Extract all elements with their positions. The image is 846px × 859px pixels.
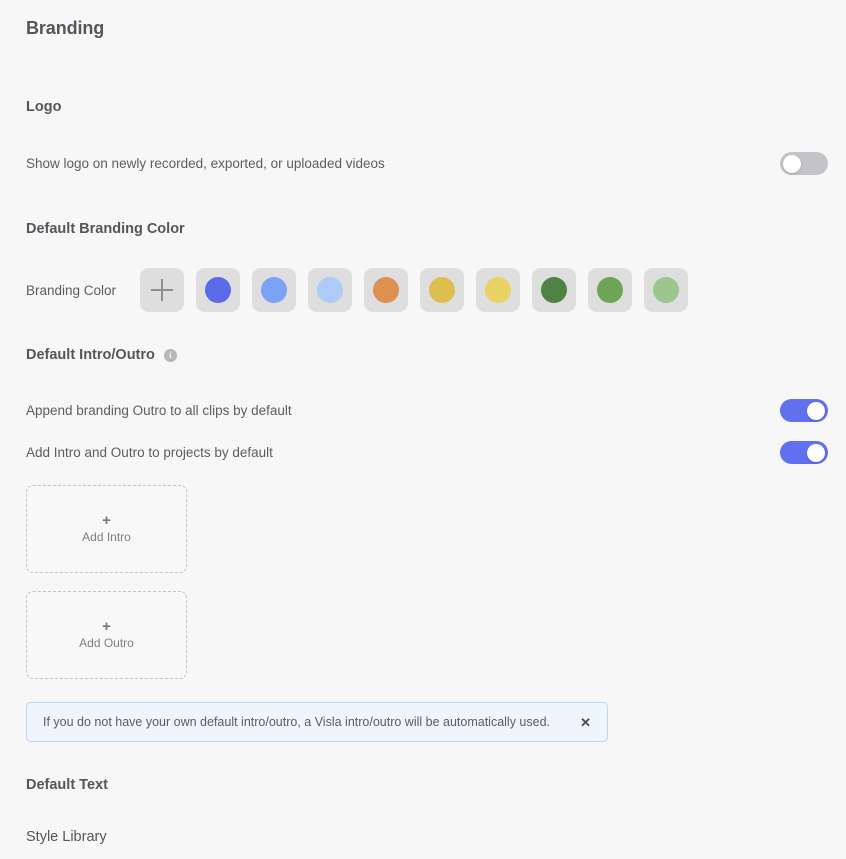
add-intro-label: Add Intro xyxy=(82,530,131,544)
color-swatch-green-light[interactable] xyxy=(644,268,688,312)
add-intro-card[interactable]: + Add Intro xyxy=(26,485,187,573)
toggle-knob xyxy=(807,401,825,420)
branding-color-swatches xyxy=(140,268,688,312)
color-dot xyxy=(261,277,287,303)
color-dot xyxy=(429,277,455,303)
add-outro-label: Add Outro xyxy=(79,636,134,650)
color-dot xyxy=(205,277,231,303)
color-dot xyxy=(541,277,567,303)
toggle-knob xyxy=(807,443,825,462)
add-intro-outro-label: Add Intro and Outro to projects by defau… xyxy=(26,445,273,460)
append-outro-label: Append branding Outro to all clips by de… xyxy=(26,403,292,418)
intro-outro-section-title: Default Intro/Outro xyxy=(26,347,155,363)
plus-icon-bar xyxy=(151,289,173,291)
style-library-label: Style Library xyxy=(26,829,107,845)
add-intro-outro-toggle[interactable] xyxy=(780,441,828,464)
add-color-button[interactable] xyxy=(140,268,184,312)
color-swatch-orange[interactable] xyxy=(364,268,408,312)
logo-section: Logo Show logo on newly recorded, export… xyxy=(26,99,828,175)
color-swatch-green-medium[interactable] xyxy=(588,268,632,312)
intro-outro-info-banner: If you do not have your own default intr… xyxy=(26,702,608,742)
branding-color-label: Branding Color xyxy=(26,282,117,298)
banner-text: If you do not have your own default intr… xyxy=(43,715,551,729)
color-dot xyxy=(373,277,399,303)
branding-color-row: Branding Color xyxy=(26,268,828,312)
show-logo-toggle[interactable] xyxy=(780,152,828,175)
show-logo-row: Show logo on newly recorded, exported, o… xyxy=(26,152,828,175)
color-swatch-yellow[interactable] xyxy=(476,268,520,312)
color-swatch-gold[interactable] xyxy=(420,268,464,312)
plus-icon: + xyxy=(102,512,111,529)
default-text-section: Default Text Style Library Text Text Tex… xyxy=(26,777,828,859)
color-dot xyxy=(485,277,511,303)
add-outro-card[interactable]: + Add Outro xyxy=(26,591,187,679)
intro-outro-heading: Default Intro/Outro i xyxy=(26,347,828,363)
logo-section-title: Logo xyxy=(26,99,62,115)
info-icon[interactable]: i xyxy=(163,348,177,362)
branding-color-section: Default Branding Color Branding Color xyxy=(26,221,828,312)
show-logo-label: Show logo on newly recorded, exported, o… xyxy=(26,156,385,171)
color-swatch-blue-indigo[interactable] xyxy=(196,268,240,312)
branding-settings-page: Branding Logo Show logo on newly recorde… xyxy=(0,0,846,859)
color-dot xyxy=(597,277,623,303)
color-swatch-blue-light[interactable] xyxy=(308,268,352,312)
branding-color-section-title: Default Branding Color xyxy=(26,221,185,237)
page-title: Branding xyxy=(26,18,105,38)
add-intro-outro-row: Add Intro and Outro to projects by defau… xyxy=(26,441,828,464)
default-text-section-title: Default Text xyxy=(26,777,108,793)
color-swatch-blue-medium[interactable] xyxy=(252,268,296,312)
close-icon[interactable]: ✕ xyxy=(580,716,591,729)
color-dot xyxy=(317,277,343,303)
color-dot xyxy=(653,277,679,303)
intro-outro-section: Default Intro/Outro i Append branding Ou… xyxy=(26,347,828,742)
color-swatch-green-dark[interactable] xyxy=(532,268,576,312)
append-outro-row: Append branding Outro to all clips by de… xyxy=(26,399,828,422)
append-outro-toggle[interactable] xyxy=(780,399,828,422)
plus-icon: + xyxy=(102,618,111,635)
toggle-knob xyxy=(783,154,801,173)
